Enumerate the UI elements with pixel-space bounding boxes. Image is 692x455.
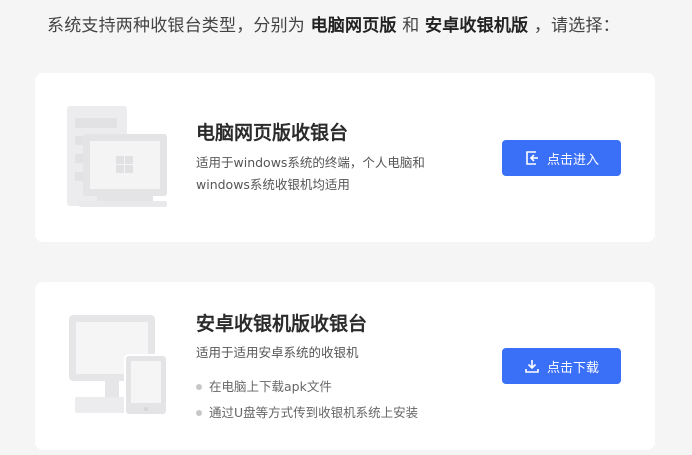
bullet-dot-icon [196,384,202,390]
intro-suffix: ，请选择： [528,16,620,36]
bullet-dot-icon [196,410,202,416]
download-button-label: 点击下载 [546,360,599,376]
enter-button-label: 点击进入 [546,152,599,168]
intro-text: 系统支持两种收银台类型，分别为 电脑网页版 和 安卓收银机版 ，请选择： [47,11,620,36]
intro-connector: 和 [396,16,426,36]
intro-option-android: 安卓收银机版 [425,16,529,36]
web-card-title: 电脑网页版收银台 [196,122,349,144]
web-card-description: 适用于windows系统的终端，个人电脑和 windows系统收银机均适用 [196,152,425,196]
pos-terminal-icon [67,315,168,421]
install-steps-list: 在电脑上下载apk文件 通过U盘等方式传到收银机系统上安装 [196,374,418,426]
intro-prefix: 系统支持两种收银台类型，分别为 [47,16,311,36]
android-card-title: 安卓收银机版收银台 [196,313,368,335]
install-step: 在电脑上下载apk文件 [196,374,418,400]
windows-monitor-icon [67,106,167,212]
web-cashier-card: 电脑网页版收银台 适用于windows系统的终端，个人电脑和 windows系统… [35,73,655,242]
download-icon [524,358,540,374]
enter-button[interactable]: 点击进入 [502,140,621,176]
web-card-desc-line1: 适用于windows系统的终端，个人电脑和 [196,155,425,170]
android-card-description: 适用于适用安卓系统的收银机 [196,345,359,360]
download-button[interactable]: 点击下载 [502,348,621,384]
install-step-text: 通过U盘等方式传到收银机系统上安装 [209,405,419,420]
install-step-text: 在电脑上下载apk文件 [209,379,332,394]
intro-option-web: 电脑网页版 [310,16,397,36]
enter-icon [524,150,540,166]
install-step: 通过U盘等方式传到收银机系统上安装 [196,400,418,426]
web-card-desc-line2: windows系统收银机均适用 [196,177,350,192]
android-cashier-card: 安卓收银机版收银台 适用于适用安卓系统的收银机 在电脑上下载apk文件 通过U盘… [35,282,655,450]
